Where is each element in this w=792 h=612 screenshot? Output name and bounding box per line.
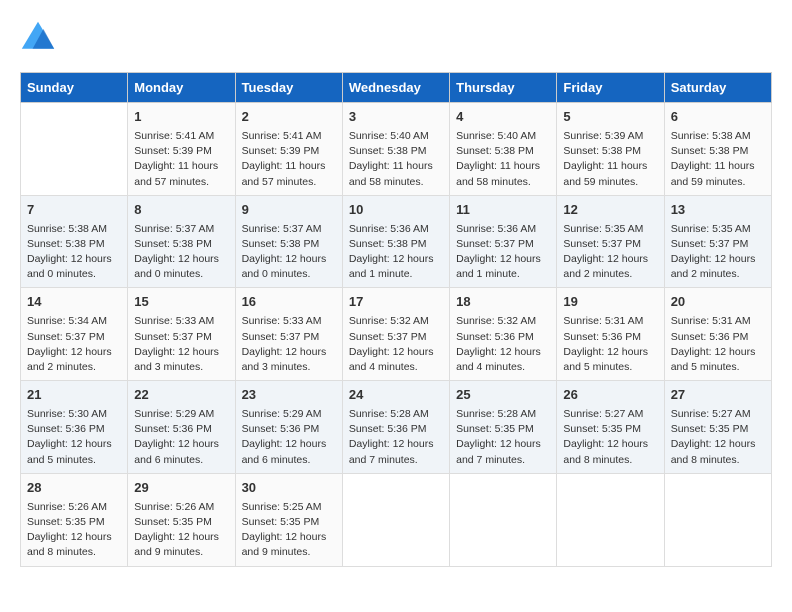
calendar-cell: 1Sunrise: 5:41 AMSunset: 5:39 PMDaylight… [128,103,235,196]
day-number: 12 [563,201,657,220]
day-number: 1 [134,108,228,127]
day-number: 29 [134,479,228,498]
calendar-cell: 7Sunrise: 5:38 AMSunset: 5:38 PMDaylight… [21,195,128,288]
day-number: 26 [563,386,657,405]
logo-icon [20,20,56,56]
calendar-table: SundayMondayTuesdayWednesdayThursdayFrid… [20,72,772,567]
calendar-cell [557,473,664,566]
day-number: 10 [349,201,443,220]
day-number: 7 [27,201,121,220]
calendar-cell: 13Sunrise: 5:35 AMSunset: 5:37 PMDayligh… [664,195,771,288]
calendar-cell: 6Sunrise: 5:38 AMSunset: 5:38 PMDaylight… [664,103,771,196]
calendar-cell: 8Sunrise: 5:37 AMSunset: 5:38 PMDaylight… [128,195,235,288]
day-number: 2 [242,108,336,127]
calendar-cell: 28Sunrise: 5:26 AMSunset: 5:35 PMDayligh… [21,473,128,566]
calendar-cell: 23Sunrise: 5:29 AMSunset: 5:36 PMDayligh… [235,381,342,474]
logo [20,20,60,56]
calendar-cell: 20Sunrise: 5:31 AMSunset: 5:36 PMDayligh… [664,288,771,381]
day-number: 21 [27,386,121,405]
col-header-saturday: Saturday [664,73,771,103]
day-number: 23 [242,386,336,405]
col-header-sunday: Sunday [21,73,128,103]
calendar-week-3: 14Sunrise: 5:34 AMSunset: 5:37 PMDayligh… [21,288,772,381]
calendar-cell: 10Sunrise: 5:36 AMSunset: 5:38 PMDayligh… [342,195,449,288]
day-number: 17 [349,293,443,312]
day-number: 4 [456,108,550,127]
col-header-wednesday: Wednesday [342,73,449,103]
day-number: 27 [671,386,765,405]
calendar-cell [21,103,128,196]
day-number: 19 [563,293,657,312]
calendar-cell: 2Sunrise: 5:41 AMSunset: 5:39 PMDaylight… [235,103,342,196]
calendar-week-4: 21Sunrise: 5:30 AMSunset: 5:36 PMDayligh… [21,381,772,474]
calendar-cell [664,473,771,566]
calendar-cell: 14Sunrise: 5:34 AMSunset: 5:37 PMDayligh… [21,288,128,381]
day-number: 25 [456,386,550,405]
col-header-tuesday: Tuesday [235,73,342,103]
calendar-cell: 27Sunrise: 5:27 AMSunset: 5:35 PMDayligh… [664,381,771,474]
calendar-cell [450,473,557,566]
day-number: 24 [349,386,443,405]
day-number: 13 [671,201,765,220]
calendar-cell: 29Sunrise: 5:26 AMSunset: 5:35 PMDayligh… [128,473,235,566]
calendar-cell: 9Sunrise: 5:37 AMSunset: 5:38 PMDaylight… [235,195,342,288]
day-number: 28 [27,479,121,498]
calendar-cell: 19Sunrise: 5:31 AMSunset: 5:36 PMDayligh… [557,288,664,381]
calendar-cell: 30Sunrise: 5:25 AMSunset: 5:35 PMDayligh… [235,473,342,566]
page-header [20,20,772,56]
calendar-cell: 12Sunrise: 5:35 AMSunset: 5:37 PMDayligh… [557,195,664,288]
day-number: 16 [242,293,336,312]
day-number: 20 [671,293,765,312]
calendar-cell: 26Sunrise: 5:27 AMSunset: 5:35 PMDayligh… [557,381,664,474]
calendar-cell: 17Sunrise: 5:32 AMSunset: 5:37 PMDayligh… [342,288,449,381]
calendar-cell: 3Sunrise: 5:40 AMSunset: 5:38 PMDaylight… [342,103,449,196]
day-number: 22 [134,386,228,405]
day-number: 3 [349,108,443,127]
calendar-cell: 16Sunrise: 5:33 AMSunset: 5:37 PMDayligh… [235,288,342,381]
calendar-cell: 4Sunrise: 5:40 AMSunset: 5:38 PMDaylight… [450,103,557,196]
day-number: 11 [456,201,550,220]
day-number: 14 [27,293,121,312]
calendar-cell: 21Sunrise: 5:30 AMSunset: 5:36 PMDayligh… [21,381,128,474]
calendar-cell: 24Sunrise: 5:28 AMSunset: 5:36 PMDayligh… [342,381,449,474]
day-number: 30 [242,479,336,498]
day-number: 5 [563,108,657,127]
col-header-friday: Friday [557,73,664,103]
day-number: 6 [671,108,765,127]
day-number: 18 [456,293,550,312]
col-header-monday: Monday [128,73,235,103]
day-number: 8 [134,201,228,220]
calendar-cell: 18Sunrise: 5:32 AMSunset: 5:36 PMDayligh… [450,288,557,381]
calendar-week-2: 7Sunrise: 5:38 AMSunset: 5:38 PMDaylight… [21,195,772,288]
day-number: 9 [242,201,336,220]
day-number: 15 [134,293,228,312]
calendar-cell: 5Sunrise: 5:39 AMSunset: 5:38 PMDaylight… [557,103,664,196]
calendar-cell: 15Sunrise: 5:33 AMSunset: 5:37 PMDayligh… [128,288,235,381]
calendar-cell [342,473,449,566]
col-header-thursday: Thursday [450,73,557,103]
calendar-week-5: 28Sunrise: 5:26 AMSunset: 5:35 PMDayligh… [21,473,772,566]
calendar-header-row: SundayMondayTuesdayWednesdayThursdayFrid… [21,73,772,103]
calendar-cell: 11Sunrise: 5:36 AMSunset: 5:37 PMDayligh… [450,195,557,288]
calendar-cell: 22Sunrise: 5:29 AMSunset: 5:36 PMDayligh… [128,381,235,474]
calendar-cell: 25Sunrise: 5:28 AMSunset: 5:35 PMDayligh… [450,381,557,474]
calendar-week-1: 1Sunrise: 5:41 AMSunset: 5:39 PMDaylight… [21,103,772,196]
